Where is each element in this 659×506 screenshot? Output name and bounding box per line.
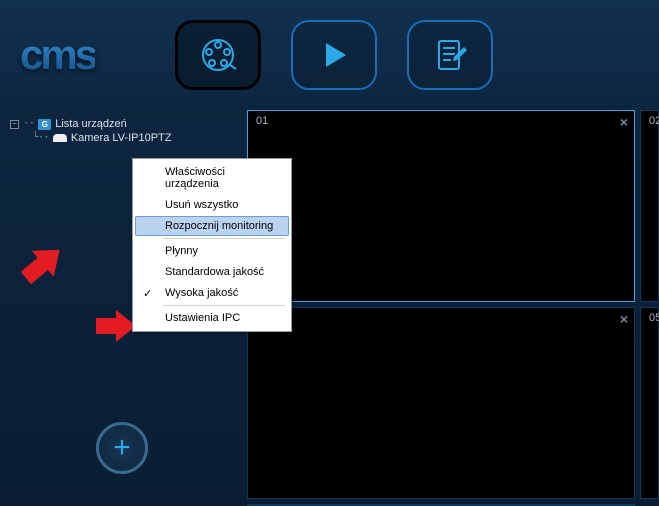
ctx-item-properties[interactable]: Właściwości urządzenia — [135, 162, 289, 194]
play-tab-button[interactable] — [291, 20, 377, 90]
ctx-separator — [163, 238, 285, 239]
ctx-item-label: Wysoka jakość — [165, 287, 238, 299]
cell-title: 01 — [256, 115, 268, 127]
app-logo: cms — [20, 31, 95, 79]
ctx-item-label: Standardowa jakość — [165, 266, 264, 278]
edit-tab-button[interactable] — [407, 20, 493, 90]
document-edit-icon — [430, 35, 470, 75]
tree-child-row[interactable]: └·· Kamera LV-IP10PTZ — [32, 132, 243, 144]
camera-icon — [53, 134, 67, 142]
check-icon: ✓ — [143, 287, 152, 300]
tree-connector: └·· — [32, 132, 49, 144]
ctx-item-remove-all[interactable]: Usuń wszystko — [135, 195, 289, 215]
plus-icon: + — [113, 431, 131, 465]
cell-close-button[interactable]: × — [620, 311, 628, 327]
ctx-item-standard-quality[interactable]: Standardowa jakość — [135, 262, 289, 282]
ctx-item-label: Właściwości urządzenia — [165, 166, 225, 190]
video-cell-02[interactable]: 02 — [640, 110, 659, 302]
tree-collapse-toggle[interactable]: − — [10, 120, 19, 129]
context-menu: Właściwości urządzenia Usuń wszystko Roz… — [132, 158, 292, 332]
cell-title: 02 — [649, 115, 659, 127]
video-cell-01[interactable]: 01 × — [247, 110, 635, 302]
ctx-item-label: Rozpocznij monitoring — [165, 220, 273, 232]
ctx-item-label: Usuń wszystko — [165, 199, 238, 211]
video-grid: 01 × 02 04 × 05 — [247, 110, 659, 506]
ctx-separator — [163, 305, 285, 306]
main-area: − ·· G Lista urządzeń └·· Kamera LV-IP10… — [0, 110, 659, 506]
cell-title: 05 — [649, 312, 659, 324]
add-device-button[interactable]: + — [96, 422, 148, 474]
tree-connector: ·· — [23, 118, 34, 130]
cell-close-button[interactable]: × — [620, 114, 628, 130]
ctx-item-label: Ustawienia IPC — [165, 312, 240, 324]
ctx-item-label: Płynny — [165, 245, 198, 257]
video-cell-05[interactable]: 05 — [640, 307, 659, 499]
tree-child-label: Kamera LV-IP10PTZ — [71, 132, 172, 144]
tree-root-row[interactable]: − ·· G Lista urządzeń — [10, 118, 243, 130]
ctx-item-high-quality[interactable]: ✓ Wysoka jakość — [135, 283, 289, 303]
video-cell-04[interactable]: 04 × — [247, 307, 635, 499]
ctx-item-ipc-settings[interactable]: Ustawienia IPC — [135, 308, 289, 328]
ctx-item-start-monitoring[interactable]: Rozpocznij monitoring — [135, 216, 289, 236]
film-reel-icon — [198, 35, 238, 75]
top-toolbar: cms — [0, 0, 659, 110]
group-icon: G — [38, 119, 51, 130]
record-tab-button[interactable] — [175, 20, 261, 90]
tree-root-label: Lista urządzeń — [55, 118, 127, 130]
play-icon — [314, 35, 354, 75]
ctx-item-smooth[interactable]: Płynny — [135, 241, 289, 261]
